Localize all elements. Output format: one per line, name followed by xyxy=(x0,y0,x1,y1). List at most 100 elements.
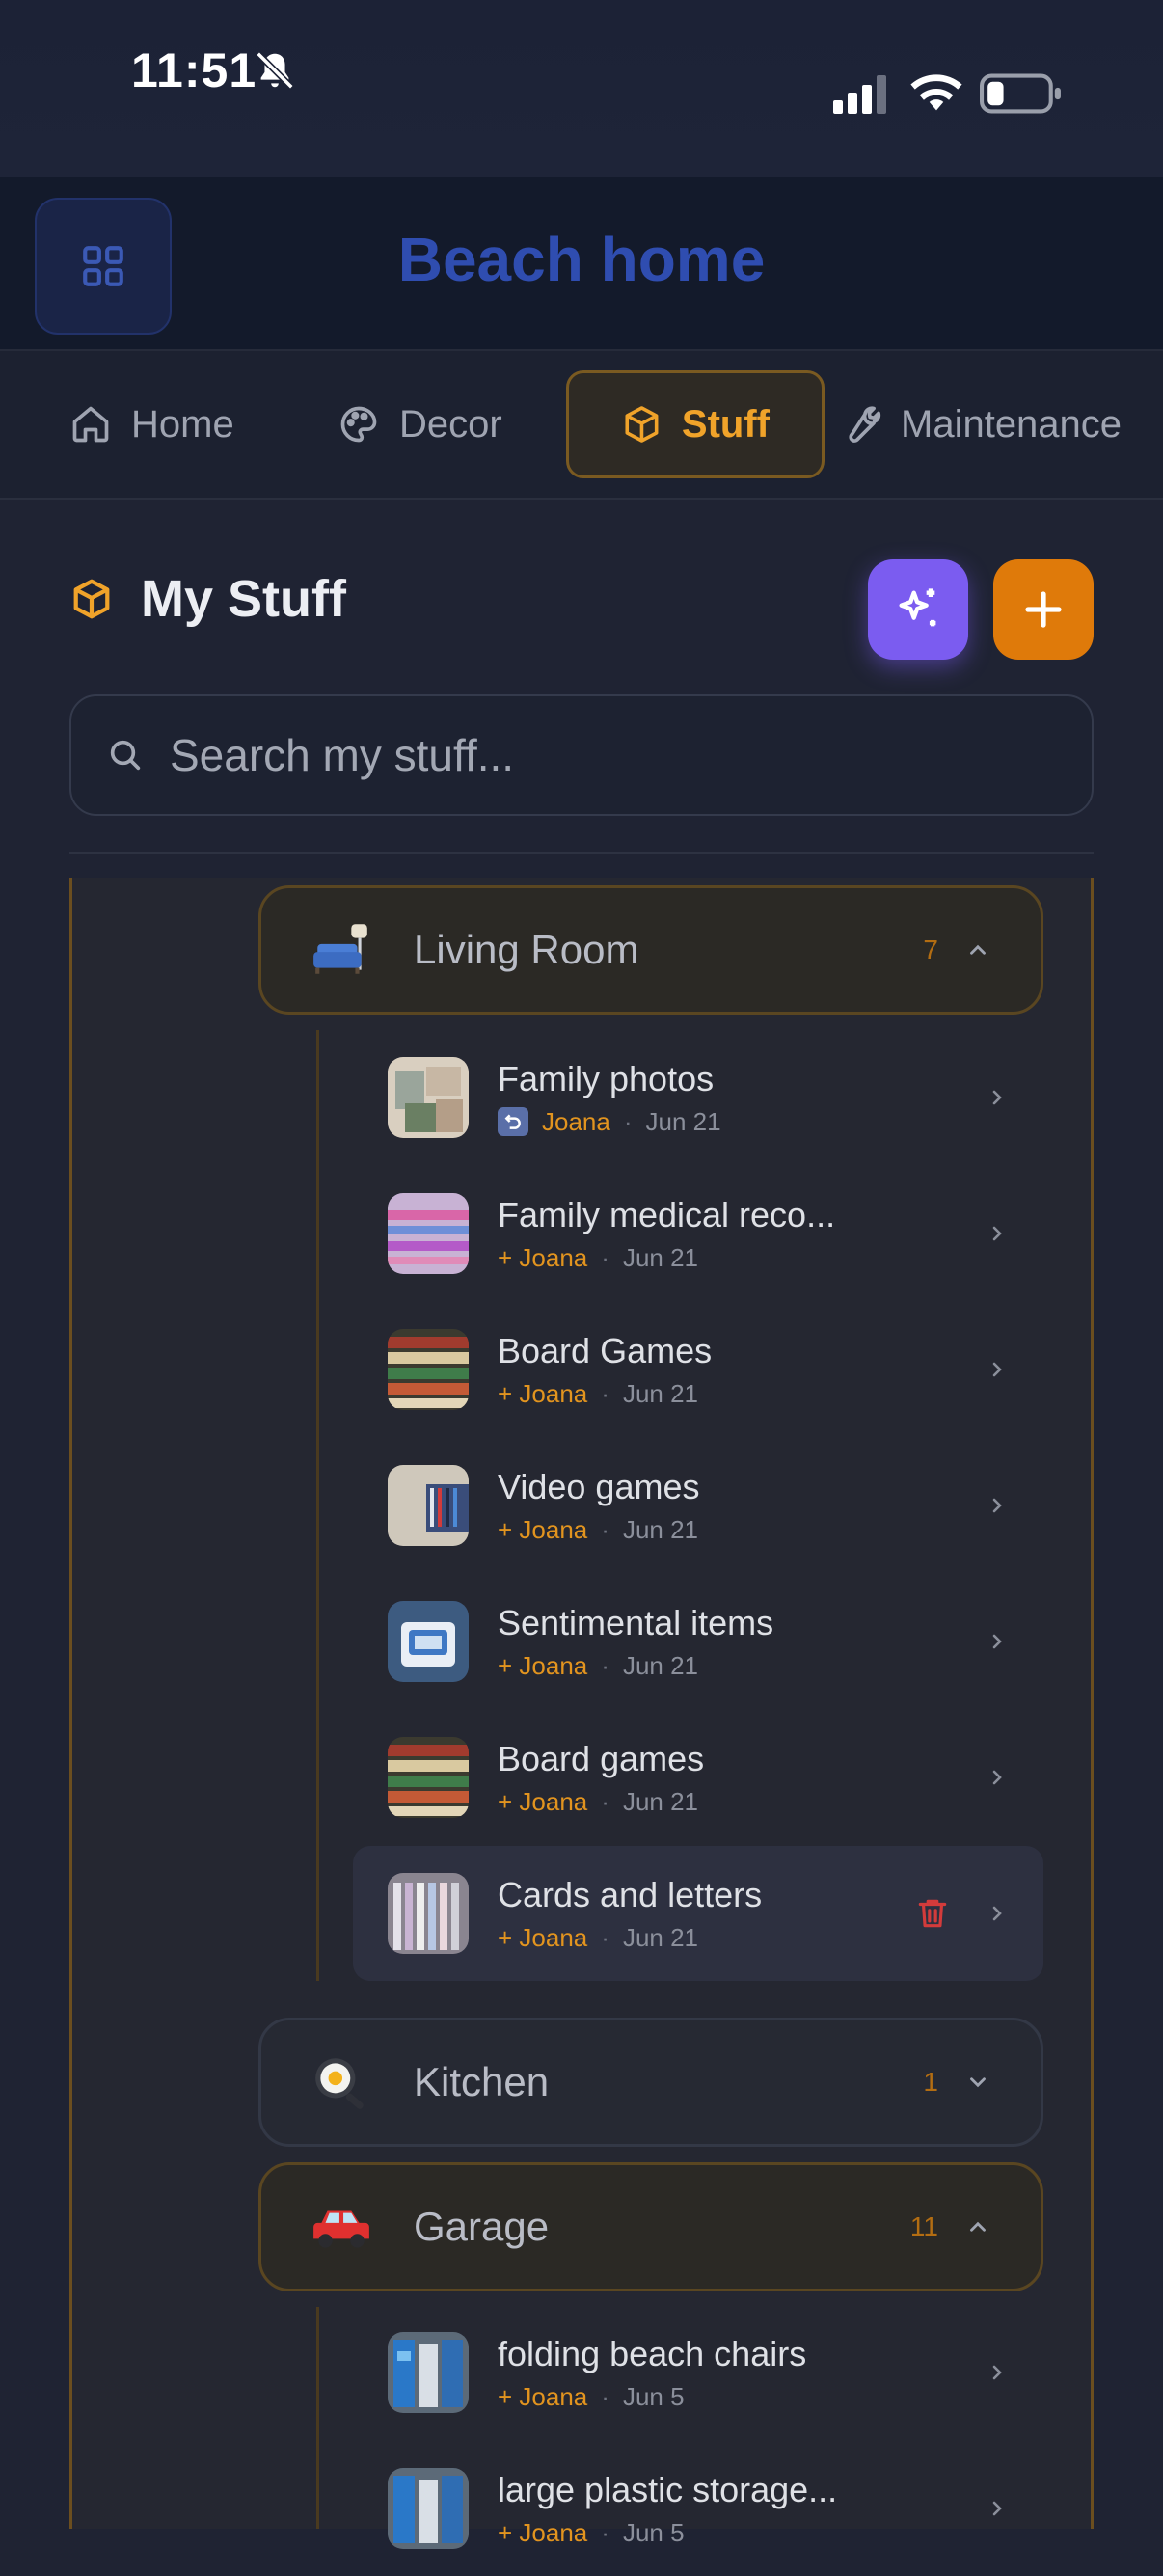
frying-pan-icon xyxy=(308,2048,375,2116)
tab-home-label: Home xyxy=(131,402,234,446)
item-owner-prefix: + xyxy=(498,2517,513,2547)
chevron-right-icon xyxy=(992,1634,1002,1649)
item-owner: Joana xyxy=(519,2381,588,2411)
room-count-badge: 1 xyxy=(923,2067,938,2097)
item-owner: Joana xyxy=(519,1242,588,1272)
divider xyxy=(69,852,1094,854)
item-owner-prefix: + xyxy=(498,1786,513,1816)
item-date: Jun 21 xyxy=(622,1514,699,1544)
section-header: My Stuff xyxy=(69,569,346,629)
item-date: Jun 21 xyxy=(622,1786,699,1816)
wifi-icon xyxy=(910,74,962,111)
search-input[interactable]: Search my stuff... xyxy=(69,694,1094,816)
list-item[interactable]: Board Games + Joana · Jun 21 xyxy=(353,1302,1043,1437)
box-icon xyxy=(73,579,110,619)
chevron-up-icon xyxy=(970,944,986,955)
room-kitchen[interactable]: Kitchen 1 xyxy=(258,2018,1043,2147)
item-owner: Joana xyxy=(519,1922,588,1952)
room-living-room[interactable]: Living Room 7 xyxy=(258,885,1043,1015)
room-count-badge: 11 xyxy=(909,2211,938,2241)
list-item[interactable]: folding beach chairs + Joana · Jun 5 xyxy=(353,2305,1043,2440)
item-date: Jun 5 xyxy=(622,2517,685,2547)
item-owner: Joana xyxy=(519,1650,588,1680)
section-title: My Stuff xyxy=(141,570,346,628)
tab-decor[interactable]: Decor xyxy=(338,370,502,478)
add-item-button[interactable] xyxy=(993,559,1094,660)
home-icon xyxy=(72,406,109,443)
couch-icon xyxy=(308,916,375,984)
car-icon xyxy=(308,2193,375,2261)
list-item[interactable]: Family medical reco... + Joana · Jun 21 xyxy=(353,1166,1043,1301)
chevron-right-icon xyxy=(992,1090,1002,1105)
list-item[interactable]: Family photos Joana · Jun 21 xyxy=(353,1030,1043,1165)
item-date: Jun 21 xyxy=(622,1242,699,1272)
item-name: Video games xyxy=(498,1466,700,1506)
list-item[interactable]: large plastic storage... + Joana · Jun 5 xyxy=(353,2441,1043,2576)
item-name: Sentimental items xyxy=(498,1602,774,1642)
item-thumbnail xyxy=(388,1465,469,1546)
item-owner-prefix: + xyxy=(498,1242,513,1272)
chevron-right-icon xyxy=(992,2501,1002,2516)
item-owner: Joana xyxy=(519,1786,588,1816)
plus-icon xyxy=(1025,591,1062,628)
tab-stuff-label: Stuff xyxy=(681,402,770,446)
ai-assist-button[interactable] xyxy=(868,559,968,660)
chevron-right-icon xyxy=(992,2365,1002,2380)
tab-maintenance[interactable]: Maintenance xyxy=(839,370,1122,478)
tab-maintenance-label: Maintenance xyxy=(901,402,1122,446)
chevron-right-icon xyxy=(992,1362,1002,1377)
room-name: Living Room xyxy=(414,927,639,972)
item-owner: Joana xyxy=(542,1106,610,1136)
status-bar: 11:51 xyxy=(0,0,1163,177)
item-owner-prefix: + xyxy=(498,1650,513,1680)
clock: 11:51 xyxy=(131,43,257,97)
list-item[interactable]: Board games + Joana · Jun 21 xyxy=(353,1710,1043,1845)
room-name: Kitchen xyxy=(414,2059,550,2104)
item-owner: Joana xyxy=(519,1378,588,1408)
item-owner-prefix: + xyxy=(498,1922,513,1952)
item-owner: Joana xyxy=(519,1514,588,1544)
trash-icon[interactable] xyxy=(914,1895,951,1932)
wrench-icon xyxy=(849,406,881,443)
bell-muted-icon xyxy=(256,51,294,90)
item-name: folding beach chairs xyxy=(498,2333,807,2373)
item-owner-prefix: + xyxy=(498,2381,513,2411)
item-thumbnail xyxy=(388,1329,469,1410)
palette-icon xyxy=(340,406,377,443)
item-name: Board Games xyxy=(498,1330,713,1370)
chevron-right-icon xyxy=(992,1770,1002,1785)
list-item[interactable]: Sentimental items + Joana · Jun 21 xyxy=(353,1574,1043,1709)
item-name: Family photos xyxy=(498,1058,715,1098)
item-date: Jun 5 xyxy=(622,2381,685,2411)
list-item-selected[interactable]: Cards and letters + Joana · Jun 21 xyxy=(353,1846,1043,1981)
list-item[interactable]: Video games + Joana · Jun 21 xyxy=(353,1438,1043,1573)
sparkles-icon xyxy=(899,588,936,627)
search-placeholder: Search my stuff... xyxy=(170,730,515,780)
tab-decor-label: Decor xyxy=(399,402,502,446)
page-title: Beach home xyxy=(397,225,766,294)
item-name: Board games xyxy=(498,1738,705,1778)
item-thumbnail xyxy=(388,1601,469,1682)
tab-stuff[interactable]: Stuff xyxy=(566,370,825,478)
item-date: Jun 21 xyxy=(622,1378,699,1408)
room-garage[interactable]: Garage 11 xyxy=(258,2162,1043,2291)
chevron-right-icon xyxy=(992,1498,1002,1513)
item-thumbnail xyxy=(388,1193,469,1274)
chevron-right-icon xyxy=(992,1906,1002,1921)
item-name: Cards and letters xyxy=(498,1874,763,1914)
room-count-badge: 7 xyxy=(923,935,938,964)
item-date: Jun 21 xyxy=(622,1650,699,1680)
chevron-right-icon xyxy=(992,1226,1002,1241)
item-date: Jun 21 xyxy=(622,1922,699,1952)
item-thumbnail xyxy=(388,1873,469,1954)
item-name: large plastic storage... xyxy=(498,2469,838,2509)
item-thumbnail xyxy=(388,1737,469,1818)
cellular-signal-icon xyxy=(833,75,886,114)
item-owner: Joana xyxy=(519,2517,588,2547)
chevron-up-icon xyxy=(970,2221,986,2232)
item-name: Family medical reco... xyxy=(498,1194,836,1234)
item-thumbnail xyxy=(388,2468,469,2549)
item-owner-prefix: + xyxy=(498,1378,513,1408)
item-date: Jun 21 xyxy=(645,1106,721,1136)
tab-home[interactable]: Home xyxy=(69,370,234,478)
